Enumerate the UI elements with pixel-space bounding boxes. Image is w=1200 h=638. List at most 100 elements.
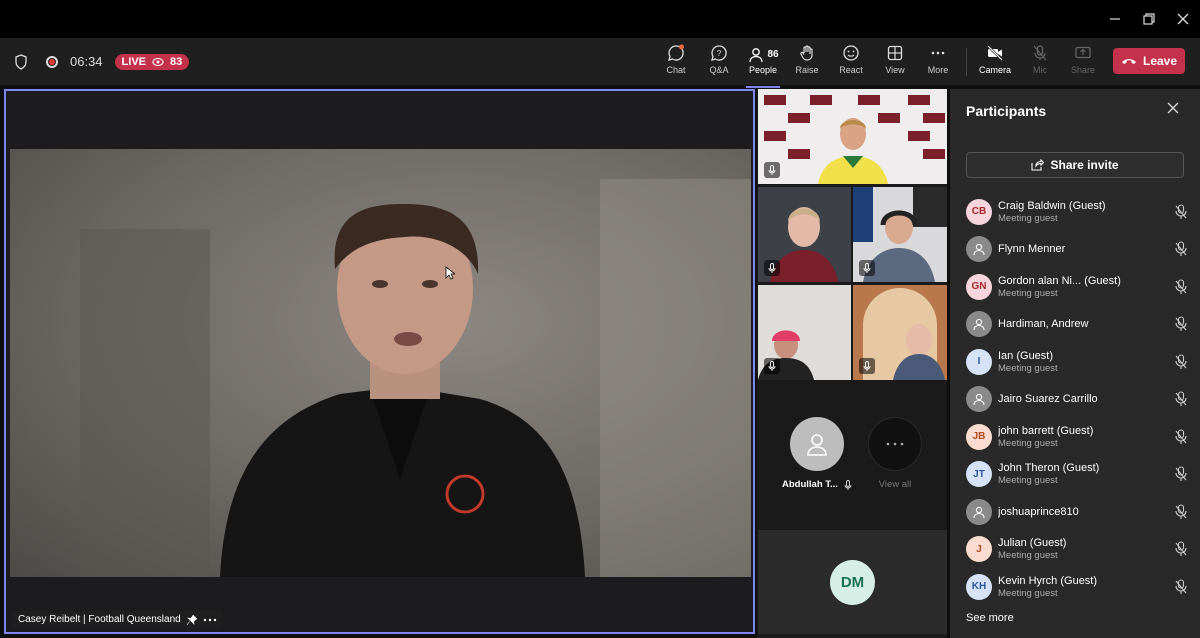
- audio-tile-name: Abdullah T...: [782, 479, 838, 490]
- participants-panel: Participants Share invite CB Craig Baldwi…: [950, 89, 1200, 638]
- raise-hand-button[interactable]: Raise: [784, 44, 830, 82]
- tile-more-icon[interactable]: [203, 618, 217, 622]
- video-gallery: Abdullah T... View all DM: [757, 89, 947, 638]
- avatar: CB: [966, 198, 992, 225]
- video-tile-participant-5[interactable]: [853, 285, 947, 380]
- share-label: Share: [1070, 65, 1096, 75]
- people-button[interactable]: 86 People: [740, 44, 786, 88]
- avatar: JB: [966, 423, 992, 450]
- speaker-figure: [80, 179, 751, 577]
- chat-button[interactable]: Chat: [653, 44, 699, 82]
- participant-info: Kevin Hyrch (Guest) Meeting guest: [998, 575, 1174, 599]
- participant-info: Craig Baldwin (Guest) Meeting guest: [998, 200, 1174, 224]
- share-button[interactable]: Share: [1060, 44, 1106, 82]
- participant-info: john barrett (Guest) Meeting guest: [998, 425, 1174, 449]
- mic-off-icon: [1174, 579, 1188, 595]
- participant-row[interactable]: I Ian (Guest) Meeting guest: [966, 343, 1188, 381]
- more-icon: [931, 51, 945, 55]
- participant-name: joshuaprince810: [998, 505, 1079, 518]
- audio-tiles-row: Abdullah T... View all: [758, 383, 947, 523]
- share-invite-button[interactable]: Share invite: [966, 152, 1184, 178]
- avatar: [966, 498, 992, 525]
- view-button[interactable]: View: [872, 44, 918, 82]
- participant-row[interactable]: J Julian (Guest) Meeting guest: [966, 531, 1188, 569]
- more-button[interactable]: More: [915, 44, 961, 82]
- avatar: [966, 236, 992, 263]
- mic-off-icon: [1174, 241, 1188, 257]
- participant-name: Flynn Menner: [998, 243, 1066, 256]
- participant-row[interactable]: Jairo Suarez Carrillo: [966, 381, 1188, 419]
- qa-icon: ?: [711, 45, 727, 61]
- chat-label: Chat: [666, 65, 686, 75]
- tile-mic-icon: [764, 260, 780, 276]
- speaker-video[interactable]: [10, 149, 751, 577]
- participant-row[interactable]: CB Craig Baldwin (Guest) Meeting guest: [966, 193, 1188, 231]
- participant-name: Jairo Suarez Carrillo: [998, 393, 1098, 406]
- participant-info: joshuaprince810: [998, 506, 1174, 518]
- participant-row[interactable]: joshuaprince810: [966, 493, 1188, 531]
- participant-row[interactable]: JB john barrett (Guest) Meeting guest: [966, 418, 1188, 456]
- camera-button[interactable]: Camera: [972, 44, 1018, 82]
- participant-row[interactable]: Flynn Menner: [966, 231, 1188, 269]
- participant-info: Ian (Guest) Meeting guest: [998, 350, 1174, 374]
- qa-button[interactable]: ? Q&A: [696, 44, 742, 82]
- video-tile-participant-3[interactable]: [853, 187, 947, 282]
- meeting-status: 06:34 LIVE 83: [14, 38, 190, 85]
- video-tile-press[interactable]: [758, 89, 947, 184]
- audio-tile-abdullah[interactable]: Abdullah T...: [782, 417, 852, 490]
- view-all-button[interactable]: View all: [868, 417, 922, 490]
- people-icon: [749, 47, 764, 62]
- mic-button[interactable]: Mic: [1017, 44, 1063, 82]
- person-icon: [973, 319, 985, 331]
- video-tile-participant-2[interactable]: [758, 187, 851, 282]
- grid-view-icon: [887, 45, 903, 61]
- people-label: People: [748, 65, 778, 75]
- share-icon: [1031, 159, 1045, 171]
- person-icon: [973, 394, 985, 406]
- participant-role: Meeting guest: [998, 437, 1058, 449]
- close-window-button[interactable]: [1160, 0, 1200, 38]
- cursor-icon: [445, 266, 455, 280]
- close-icon: [1177, 13, 1189, 25]
- avatar: DM: [830, 560, 875, 605]
- participant-row[interactable]: GN Gordon alan Ni... (Guest) Meeting guest: [966, 268, 1188, 306]
- live-label: LIVE: [121, 55, 146, 68]
- see-more-link[interactable]: See more: [966, 612, 1014, 624]
- participant-row[interactable]: JT John Theron (Guest) Meeting guest: [966, 456, 1188, 494]
- leave-button[interactable]: Leave: [1113, 48, 1185, 74]
- mic-off-icon: [1174, 429, 1188, 445]
- more-icon: [886, 442, 904, 446]
- eye-icon: [152, 57, 164, 66]
- mic-off-icon: [1174, 541, 1188, 557]
- mic-off-icon: [1174, 354, 1188, 370]
- view-all-label: View all: [878, 479, 912, 490]
- people-count: 86: [767, 49, 779, 60]
- pin-icon: [186, 614, 197, 625]
- participant-row[interactable]: Hardiman, Andrew: [966, 306, 1188, 344]
- viewer-count: 83: [170, 55, 183, 68]
- participant-row[interactable]: KH Kevin Hyrch (Guest) Meeting guest: [966, 568, 1188, 606]
- participant-name: Julian (Guest): [998, 537, 1067, 550]
- avatar: [966, 386, 992, 413]
- video-tile-participant-4[interactable]: [758, 285, 851, 380]
- share-invite-label: Share invite: [1050, 158, 1119, 172]
- restore-icon: [1143, 13, 1155, 25]
- press-backdrop: [758, 89, 947, 184]
- participant-name: john barrett (Guest): [998, 424, 1094, 437]
- view-label: View: [885, 65, 905, 75]
- tile-mic-icon: [764, 358, 780, 374]
- close-panel-button[interactable]: [1166, 101, 1182, 117]
- audio-tile-dm[interactable]: DM: [758, 530, 947, 634]
- participant-role: Meeting guest: [998, 550, 1058, 562]
- audio-tile-name-row: Abdullah T...: [782, 479, 852, 490]
- participant-name: Hardiman, Andrew: [998, 318, 1089, 331]
- react-button[interactable]: React: [828, 44, 874, 82]
- svg-text:?: ?: [717, 49, 722, 58]
- chat-icon: [668, 44, 684, 61]
- avatar: I: [966, 348, 992, 375]
- react-label: React: [839, 65, 863, 75]
- participant-list: CB Craig Baldwin (Guest) Meeting guest Flyn…: [966, 193, 1188, 606]
- raise-label: Raise: [795, 65, 819, 75]
- participant-info: Hardiman, Andrew: [998, 318, 1174, 330]
- mic-off-icon: [1174, 204, 1188, 220]
